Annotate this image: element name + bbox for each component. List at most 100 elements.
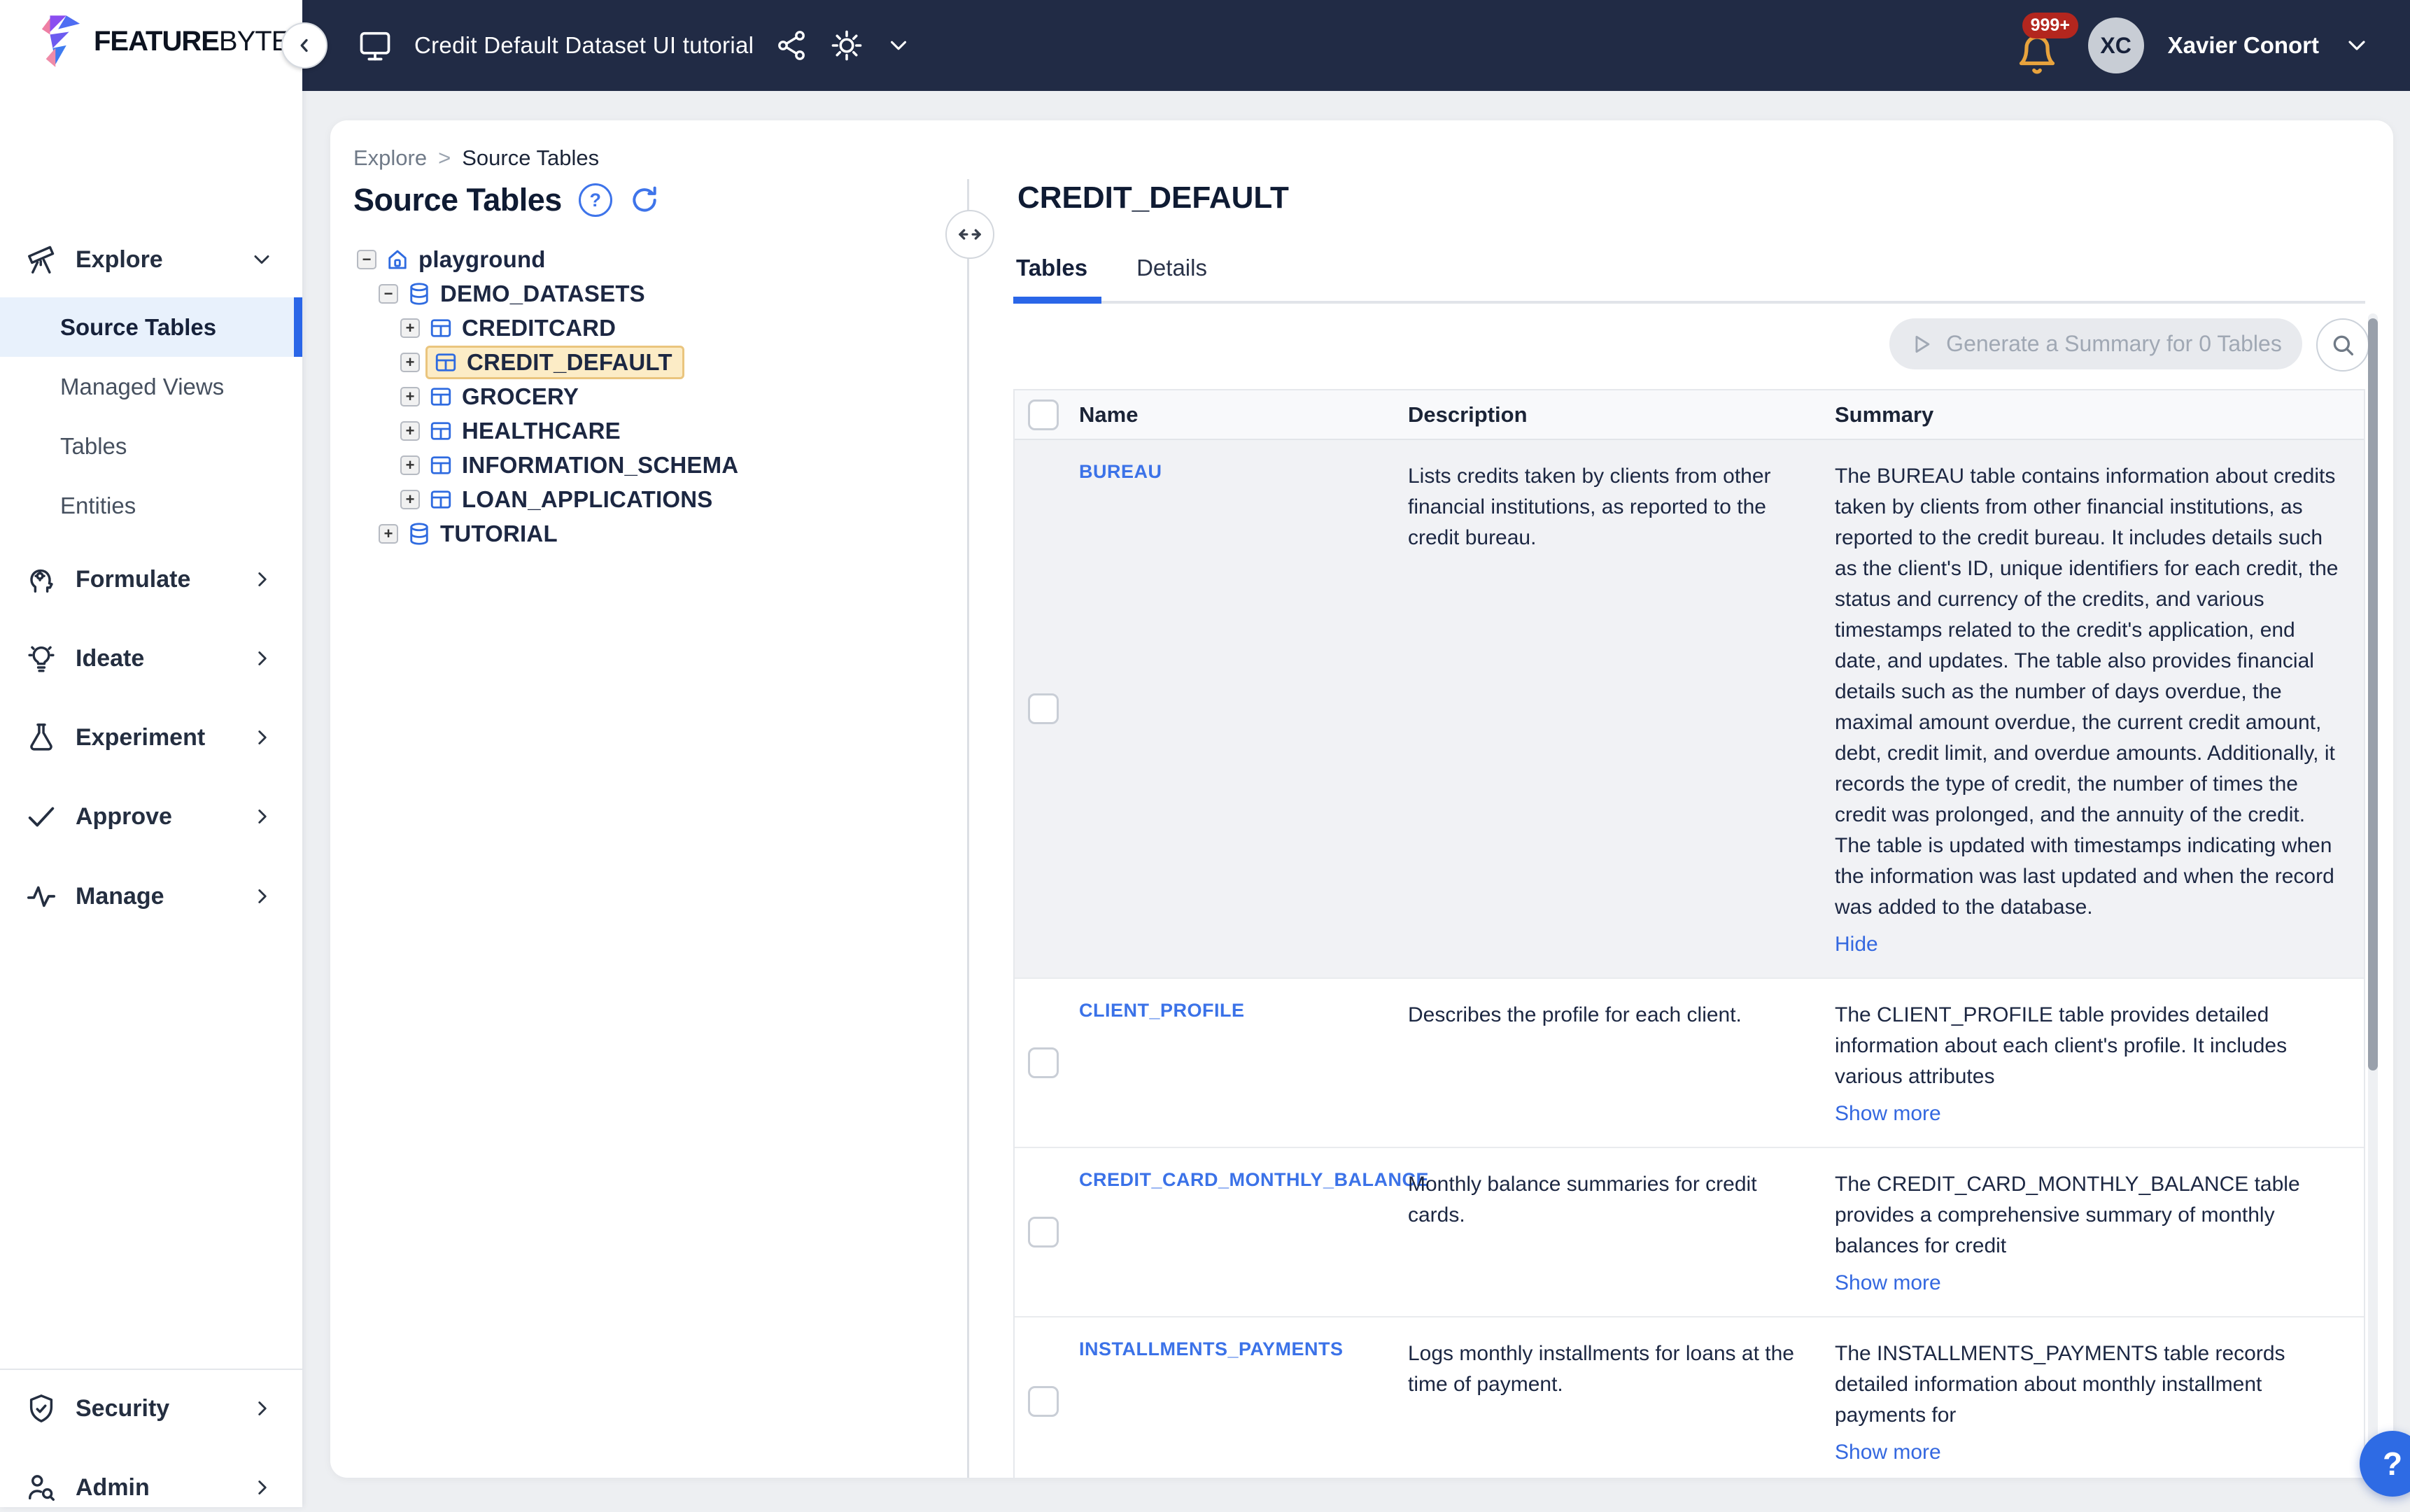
notifications-bell-icon[interactable]: 999+ — [2010, 14, 2064, 77]
tree-expand-toggle[interactable]: + — [379, 524, 398, 544]
activity-pulse-icon — [25, 880, 57, 912]
tree-item-playground[interactable]: − playground — [357, 242, 945, 276]
sidebar-item-formulate[interactable]: Formulate — [0, 555, 302, 604]
sidebar-item-label: Experiment — [76, 724, 205, 751]
table-row-bureau: BUREAU Lists credits taken by clients fr… — [1015, 440, 2364, 979]
row-checkbox[interactable] — [1028, 1047, 1059, 1078]
row-checkbox[interactable] — [1028, 1386, 1059, 1417]
sidebar-item-ideate[interactable]: Ideate — [0, 634, 302, 683]
table-row-credit-card-monthly-balance: CREDIT_CARD_MONTHLY_BALANCE Monthly bala… — [1015, 1148, 2364, 1317]
tree-item-label: GROCERY — [462, 383, 579, 410]
sidebar-item-tables[interactable]: Tables — [0, 416, 302, 476]
tree-item-creditcard[interactable]: + CREDITCARD — [357, 311, 945, 345]
source-tables-tree: − playground − DEMO_DATASETS + CREDITCAR… — [357, 242, 945, 551]
featurebyte-logo-text: FEATUREBYTE — [94, 26, 289, 57]
sidebar-item-source-tables[interactable]: Source Tables — [0, 297, 302, 357]
sidebar-item-security[interactable]: Security — [0, 1384, 302, 1433]
table-name-link[interactable]: BUREAU — [1079, 461, 1162, 482]
row-checkbox[interactable] — [1028, 693, 1059, 724]
table-header-row: Name Description Summary — [1015, 390, 2364, 440]
head-gear-icon — [25, 563, 57, 595]
table-icon — [433, 350, 458, 375]
play-icon — [1910, 332, 1933, 356]
user-menu-chevron-icon[interactable] — [2343, 31, 2371, 59]
row-checkbox[interactable] — [1028, 1217, 1059, 1248]
tree-item-label: CREDITCARD — [462, 315, 616, 341]
generate-summary-button[interactable]: Generate a Summary for 0 Tables — [1889, 318, 2302, 369]
hide-link[interactable]: Hide — [1835, 933, 1878, 956]
settings-gear-icon[interactable] — [829, 28, 864, 63]
chevron-right-icon — [251, 884, 274, 908]
left-panel-title: Source Tables — [353, 182, 562, 218]
tree-expand-toggle[interactable]: + — [400, 421, 420, 441]
table-name-link[interactable]: INSTALLMENTS_PAYMENTS — [1079, 1338, 1344, 1359]
column-header-summary: Summary — [1828, 390, 2364, 439]
tree-expand-toggle[interactable]: + — [400, 387, 420, 407]
show-more-link[interactable]: Show more — [1835, 1102, 1941, 1126]
subitem-label: Managed Views — [60, 374, 224, 400]
tree-item-loan-applications[interactable]: + LOAN_APPLICATIONS — [357, 482, 945, 516]
table-row-client-profile: CLIENT_PROFILE Describes the profile for… — [1015, 979, 2364, 1148]
panel-splitter-handle[interactable] — [945, 210, 994, 259]
tree-expand-toggle[interactable]: + — [400, 490, 420, 509]
breadcrumb: Explore > Source Tables — [353, 146, 599, 171]
show-more-link[interactable]: Show more — [1835, 1271, 1941, 1295]
sidebar-item-approve[interactable]: Approve — [0, 792, 302, 841]
tree-item-healthcare[interactable]: + HEALTHCARE — [357, 414, 945, 448]
chevron-right-icon — [251, 1397, 274, 1420]
table-description: Logs monthly installments for loans at t… — [1401, 1317, 1828, 1478]
tree-collapse-toggle[interactable]: − — [379, 284, 398, 304]
table-icon — [428, 384, 453, 409]
user-avatar[interactable]: XC — [2088, 17, 2144, 73]
sidebar-item-manage[interactable]: Manage — [0, 872, 302, 921]
sidebar-item-explore[interactable]: Explore — [0, 235, 302, 284]
workspace-monitor-icon — [357, 27, 393, 64]
database-icon — [407, 521, 432, 546]
column-header-name: Name — [1072, 390, 1401, 439]
tree-item-information-schema[interactable]: + INFORMATION_SCHEMA — [357, 448, 945, 482]
help-icon[interactable]: ? — [579, 183, 612, 217]
tree-expand-toggle[interactable]: + — [400, 353, 420, 372]
notifications-badge: 999+ — [2022, 13, 2078, 38]
tab-tables[interactable]: Tables — [1013, 255, 1090, 281]
sidebar-item-label: Ideate — [76, 645, 144, 672]
scrollbar-thumb[interactable] — [2368, 318, 2378, 1071]
tab-bar: Tables Details — [1013, 255, 1210, 281]
tree-item-grocery[interactable]: + GROCERY — [357, 379, 945, 414]
table-name-link[interactable]: CLIENT_PROFILE — [1079, 1000, 1245, 1021]
top-bar: Credit Default Dataset UI tutorial — [302, 0, 2410, 91]
refresh-icon[interactable] — [629, 185, 660, 216]
tree-item-label: CREDIT_DEFAULT — [467, 349, 672, 376]
tab-details[interactable]: Details — [1134, 255, 1210, 281]
tree-item-label: LOAN_APPLICATIONS — [462, 486, 712, 513]
sidebar-collapse-button[interactable] — [281, 22, 327, 69]
lightbulb-icon — [25, 642, 57, 674]
tree-item-demo-datasets[interactable]: − DEMO_DATASETS — [357, 276, 945, 311]
tree-expand-toggle[interactable]: + — [400, 318, 420, 338]
tree-item-credit-default[interactable]: + CREDIT_DEFAULT — [357, 345, 945, 379]
tree-collapse-toggle[interactable]: − — [357, 250, 376, 269]
table-summary: The INSTALLMENTS_PAYMENTS table records … — [1835, 1338, 2344, 1431]
table-description: Lists credits taken by clients from othe… — [1401, 440, 1828, 977]
select-all-checkbox[interactable] — [1028, 400, 1059, 430]
table-icon — [428, 487, 453, 512]
share-icon[interactable] — [775, 29, 808, 62]
sidebar-divider — [0, 1369, 302, 1370]
project-menu-chevron-icon[interactable] — [885, 32, 912, 59]
right-panel-title: CREDIT_DEFAULT — [1017, 181, 1289, 216]
sidebar-item-managed-views[interactable]: Managed Views — [0, 357, 302, 416]
chevron-right-icon — [251, 567, 274, 591]
tree-expand-toggle[interactable]: + — [400, 455, 420, 475]
show-more-link[interactable]: Show more — [1835, 1441, 1941, 1464]
tree-item-tutorial[interactable]: + TUTORIAL — [357, 516, 945, 551]
table-search-button[interactable] — [2316, 318, 2369, 372]
sidebar-item-entities[interactable]: Entities — [0, 476, 302, 535]
sidebar-item-admin[interactable]: Admin — [0, 1463, 302, 1512]
table-row-installments-payments: INSTALLMENTS_PAYMENTS Logs monthly insta… — [1015, 1317, 2364, 1478]
sidebar-item-experiment[interactable]: Experiment — [0, 713, 302, 762]
breadcrumb-parent[interactable]: Explore — [353, 146, 427, 171]
panel-splitter[interactable] — [967, 179, 969, 1478]
table-name-link[interactable]: CREDIT_CARD_MONTHLY_BALANCE — [1079, 1169, 1429, 1190]
sidebar-item-label: Explore — [76, 246, 163, 274]
subitem-label: Entities — [60, 493, 136, 519]
